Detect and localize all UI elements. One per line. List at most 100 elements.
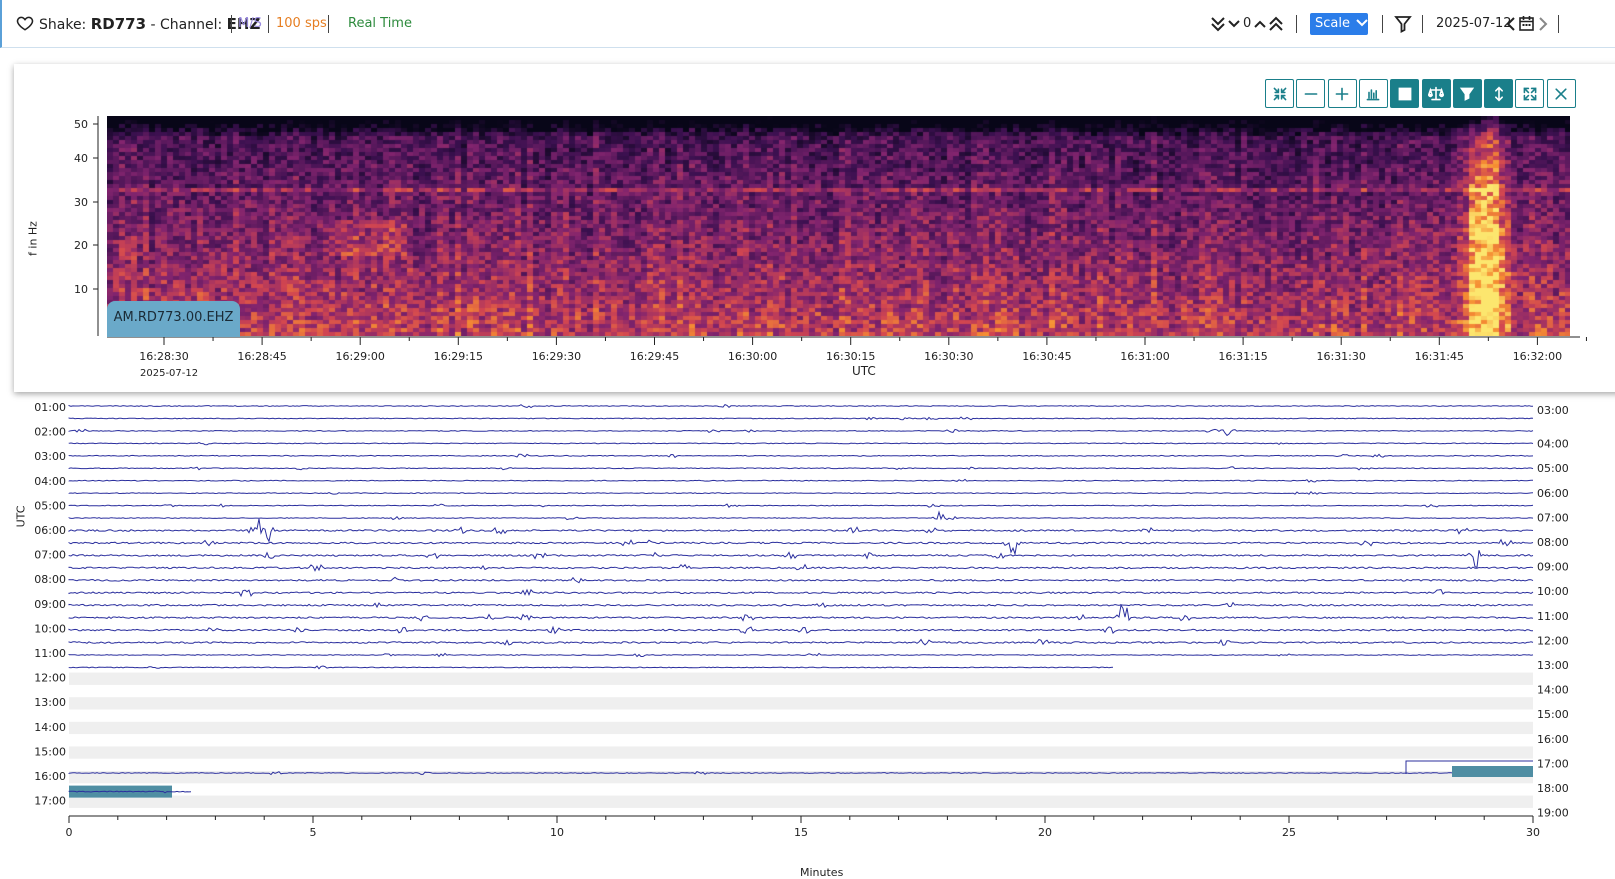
- helicorder-trace: [68, 490, 1534, 495]
- helicorder-highlight[interactable]: [1452, 766, 1533, 777]
- helicorder-right-label: 05:00: [1537, 462, 1569, 475]
- helicorder-y-label: UTC: [14, 505, 28, 528]
- helicorder-trace: [68, 538, 1534, 556]
- helicorder-right-label: 18:00: [1537, 782, 1569, 795]
- helicorder-right-label: 16:00: [1537, 733, 1569, 746]
- helicorder-trace: [68, 503, 1534, 508]
- helicorder-right-label: 11:00: [1537, 610, 1569, 623]
- helicorder-stripe: [69, 746, 1533, 759]
- spectrogram-first-date: 2025-07-12: [140, 368, 199, 379]
- y-tick-label: 20: [74, 239, 88, 252]
- helicorder-trace: [68, 563, 1534, 572]
- helicorder-left-label: 15:00: [34, 745, 66, 758]
- helicorder-trace: [68, 771, 1534, 776]
- helicorder-right-label: 03:00: [1537, 404, 1569, 417]
- x-tick-label: 16:29:00: [335, 350, 384, 363]
- x-tick-label: 16:31:15: [1218, 350, 1267, 363]
- spectrogram-y-label: f in Hz: [26, 221, 40, 256]
- helicorder-x-tick-label: 25: [1282, 826, 1296, 839]
- helicorder-left-label: 07:00: [34, 549, 66, 562]
- helicorder-right-label: 12:00: [1537, 634, 1569, 647]
- helicorder-trace: [68, 601, 1533, 609]
- helicorder-trace: [68, 790, 192, 794]
- helicorder-x-tick-label: 5: [310, 826, 317, 839]
- x-tick-label: 16:29:30: [532, 350, 581, 363]
- helicorder-left-label: 05:00: [34, 499, 66, 512]
- helicorder-trace: [68, 652, 1534, 658]
- helicorder-trace: [68, 588, 1534, 598]
- helicorder-trace: [68, 428, 1534, 437]
- helicorder-x-tick-label: 0: [66, 826, 73, 839]
- helicorder-left-label: 13:00: [34, 696, 66, 709]
- helicorder-left-label: 17:00: [34, 795, 66, 808]
- y-tick-label: 30: [74, 196, 88, 209]
- x-tick-label: 16:30:15: [826, 350, 875, 363]
- x-tick-label: 16:32:00: [1513, 350, 1562, 363]
- helicorder-stripe: [69, 721, 1533, 735]
- helicorder-stripe: [69, 795, 1533, 808]
- helicorder-stripe: [69, 771, 1533, 784]
- helicorder-right-label: 10:00: [1537, 585, 1569, 598]
- helicorder-trace: [68, 576, 1534, 584]
- helicorder-right-label: 07:00: [1537, 511, 1569, 524]
- y-tick-label: 40: [74, 152, 88, 165]
- x-tick-label: 16:29:45: [630, 350, 679, 363]
- helicorder-right-label: 08:00: [1537, 536, 1569, 549]
- helicorder-left-label: 02:00: [34, 426, 66, 439]
- helicorder-trace: [68, 550, 1534, 568]
- x-tick-label: 16:28:30: [139, 350, 188, 363]
- helicorder-left-label: 10:00: [34, 622, 66, 635]
- helicorder-right-label: 04:00: [1537, 438, 1569, 451]
- helicorder-left-label: 08:00: [34, 573, 66, 586]
- helicorder-right-label: 17:00: [1537, 757, 1569, 770]
- helicorder-left-label: 12:00: [34, 672, 66, 685]
- x-tick-label: 16:31:30: [1316, 350, 1365, 363]
- helicorder-trace: [68, 603, 1534, 622]
- helicorder-trace: [68, 478, 1533, 483]
- helicorder-right-label: 09:00: [1537, 561, 1569, 574]
- x-tick-label: 16:31:00: [1120, 350, 1169, 363]
- helicorder-trace: [68, 403, 1534, 409]
- helicorder-trace: [68, 625, 1533, 635]
- helicorder-right-label: 14:00: [1537, 684, 1569, 697]
- x-tick-label: 16:31:45: [1415, 350, 1464, 363]
- helicorder-left-label: 01:00: [34, 401, 66, 414]
- helicorder-trace: [68, 638, 1534, 646]
- helicorder-trace: [68, 416, 1534, 421]
- helicorder-right-label: 06:00: [1537, 487, 1569, 500]
- helicorder-left-label: 14:00: [34, 721, 66, 734]
- helicorder-left-label: 11:00: [34, 647, 66, 660]
- helicorder-stripe: [69, 697, 1533, 710]
- helicorder-trace: [68, 665, 1114, 670]
- helicorder-left-label: 16:00: [34, 770, 66, 783]
- helicorder-x-tick-label: 20: [1038, 826, 1052, 839]
- helicorder-trace: [68, 518, 1534, 543]
- helicorder-left-label: 09:00: [34, 598, 66, 611]
- spectrogram-image[interactable]: [107, 116, 1570, 336]
- helicorder-trace: [68, 453, 1534, 459]
- helicorder-left-label: 03:00: [34, 450, 66, 463]
- helicorder-x-tick-label: 10: [550, 826, 564, 839]
- channel-badge[interactable]: AM.RD773.00.EHZ: [107, 301, 240, 337]
- spectrogram-x-label: UTC: [852, 364, 876, 378]
- helicorder-right-label: 19:00: [1537, 807, 1569, 820]
- y-tick-label: 50: [74, 118, 88, 131]
- y-tick-label: 10: [74, 283, 88, 296]
- helicorder-left-label: 04:00: [34, 475, 66, 488]
- x-tick-label: 16:30:30: [924, 350, 973, 363]
- helicorder-highlight[interactable]: [69, 785, 172, 798]
- helicorder-right-label: 13:00: [1537, 659, 1569, 672]
- helicorder-x-tick-label: 30: [1526, 826, 1540, 839]
- x-tick-label: 16:28:45: [237, 350, 286, 363]
- x-tick-label: 16:30:45: [1022, 350, 1071, 363]
- x-tick-label: 16:29:15: [434, 350, 483, 363]
- helicorder-left-label: 06:00: [34, 524, 66, 537]
- helicorder-trace: [68, 442, 1534, 446]
- helicorder-right-label: 15:00: [1537, 708, 1569, 721]
- helicorder-x-tick-label: 15: [794, 826, 808, 839]
- helicorder-trace: [1405, 760, 1533, 774]
- helicorder-trace: [68, 510, 1534, 521]
- helicorder-trace: [68, 466, 1534, 471]
- helicorder-stripe: [69, 672, 1533, 685]
- x-tick-label: 16:30:00: [728, 350, 777, 363]
